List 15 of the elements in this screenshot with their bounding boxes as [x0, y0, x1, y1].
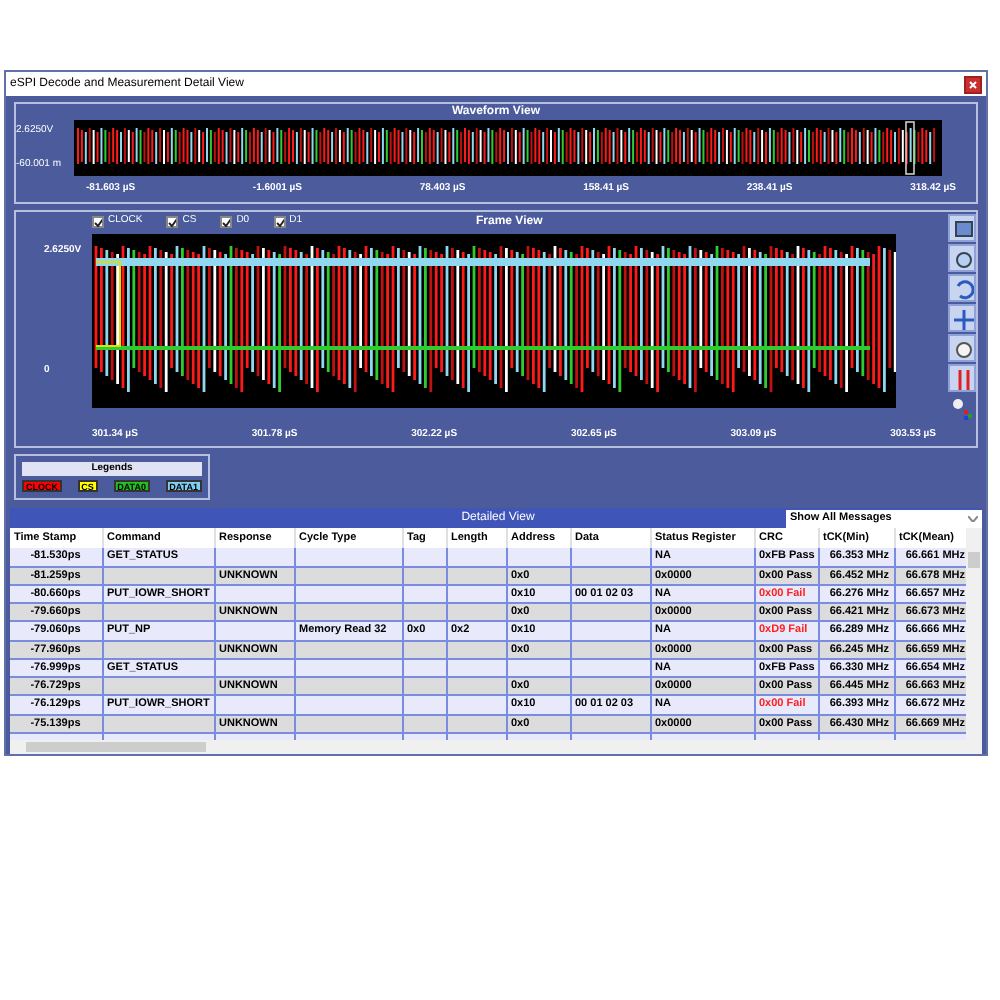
chevron-icon — [968, 515, 978, 521]
check-icon — [275, 217, 284, 227]
move-icon[interactable] — [948, 303, 976, 331]
close-icon — [966, 77, 980, 91]
checkbox[interactable] — [273, 216, 286, 228]
check-icon — [94, 217, 102, 227]
check-icon — [222, 217, 231, 227]
horizontal-scrollbar[interactable] — [26, 742, 206, 753]
checkbox[interactable] — [92, 216, 104, 228]
undo-icon[interactable] — [948, 273, 976, 301]
check-icon — [168, 217, 177, 227]
checkbox[interactable] — [220, 216, 233, 228]
vertical-scrollbar[interactable] — [966, 528, 982, 755]
checkbox[interactable] — [166, 216, 179, 228]
close-button[interactable] — [964, 75, 982, 93]
